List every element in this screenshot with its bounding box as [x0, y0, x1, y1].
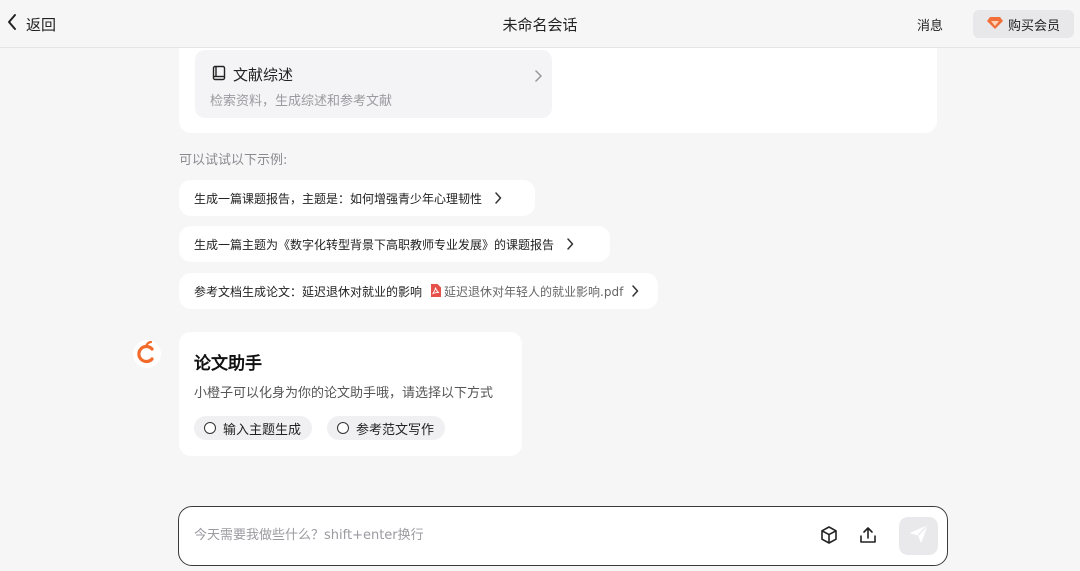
upload-button[interactable] [857, 526, 879, 548]
cube-icon [819, 525, 839, 549]
send-button[interactable] [899, 517, 938, 555]
buy-vip-button[interactable]: 购买会员 [973, 10, 1074, 38]
buy-vip-label: 购买会员 [1007, 18, 1060, 34]
chat-input[interactable] [194, 523, 794, 547]
radio-icon [204, 422, 216, 434]
chat-input-box [178, 506, 948, 566]
book-icon [211, 65, 227, 85]
literature-review-item[interactable]: 文献综述 检索资料，生成综述和参考文献 [195, 50, 552, 118]
diamond-icon [986, 15, 1003, 34]
example-text: 参考文档生成论文：延迟退休对就业的影响 [194, 284, 423, 299]
example-text: 生成一篇课题报告，主题是：如何增强青少年心理韧性 [194, 191, 483, 206]
top-bar: 返回 未命名会话 消息 购买会员 [0, 0, 1080, 48]
option-label: 输入主题生成 [223, 422, 302, 438]
literature-review-subtitle: 检索资料，生成综述和参考文献 [210, 94, 393, 109]
cube-button[interactable] [818, 526, 840, 548]
radio-icon [337, 422, 349, 434]
chevron-right-icon [631, 282, 639, 301]
example-text: 生成一篇主题为《数字化转型背景下高职教师专业发展》的课题报告 [194, 237, 555, 252]
chevron-right-icon [566, 235, 574, 254]
chevron-right-icon [534, 67, 542, 86]
examples-label: 可以试试以下示例: [179, 153, 288, 168]
literature-review-title: 文献综述 [233, 66, 294, 84]
feature-card: 文献综述 检索资料，生成综述和参考文献 [179, 48, 937, 133]
attachment-name: 延迟退休对年轻人的就业影响.pdf [444, 284, 624, 299]
example-chip[interactable]: 参考文档生成论文：延迟退休对就业的影响 延迟退休对年轻人的就业影响.pdf [179, 273, 658, 309]
option-label: 参考范文写作 [356, 422, 435, 438]
option-reference-writing[interactable]: 参考范文写作 [327, 416, 446, 440]
attachment-tag: 延迟退休对年轻人的就业影响.pdf [430, 282, 623, 301]
messages-link[interactable]: 消息 [917, 15, 943, 34]
assistant-message-card: 论文助手 小橙子可以化身为你的论文助手哦，请选择以下方式 输入主题生成 参考范文… [179, 332, 522, 456]
send-icon [909, 524, 929, 548]
assistant-title: 论文助手 [194, 354, 262, 374]
pdf-file-icon [430, 282, 442, 301]
assistant-avatar [133, 340, 161, 368]
option-topic-generate[interactable]: 输入主题生成 [194, 416, 313, 440]
example-chip[interactable]: 生成一篇课题报告，主题是：如何增强青少年心理韧性 [179, 180, 535, 216]
example-chip[interactable]: 生成一篇主题为《数字化转型背景下高职教师专业发展》的课题报告 [179, 226, 610, 262]
assistant-description: 小橙子可以化身为你的论文助手哦，请选择以下方式 [194, 386, 494, 401]
orange-logo-icon [136, 340, 158, 368]
chevron-right-icon [494, 189, 502, 208]
upload-icon [858, 525, 878, 549]
